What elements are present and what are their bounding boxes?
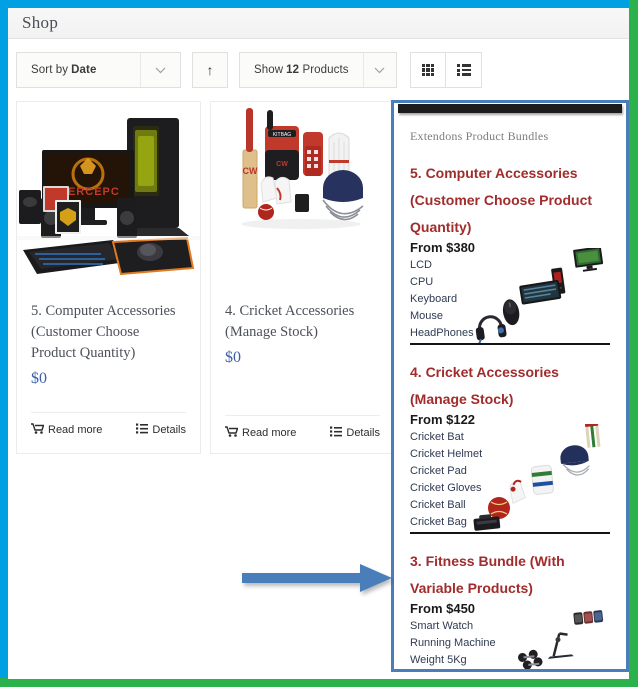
bundle-item: LCD — [410, 259, 433, 271]
show-products-label: Show 12 Products — [240, 53, 363, 87]
bundle-title[interactable]: 4. Cricket Accessories (Manage Stock) — [410, 359, 610, 413]
svg-text:CW: CW — [243, 166, 258, 176]
arrow-up-icon: ↑ — [206, 62, 214, 78]
details-label: Details — [346, 427, 380, 439]
list-view-button[interactable] — [446, 52, 482, 88]
bundle-item: Cricket Ball — [410, 499, 466, 511]
bundle-item: Yoga Carpet — [410, 669, 610, 672]
bundle-item: Cricket Gloves — [410, 482, 482, 494]
bundle-item: Cricket Helmet — [410, 448, 483, 460]
sort-direction-button[interactable]: ↑ — [192, 52, 228, 88]
bundle-item: Keyboard — [410, 293, 458, 305]
svg-text:CW: CW — [276, 161, 288, 168]
panel-top-bar — [398, 104, 622, 113]
bundles-heading: Extendons Product Bundles — [410, 129, 549, 143]
product-card[interactable]: CW KITBAG CW 4. Cricket Accessories (Man… — [210, 101, 395, 454]
product-info: 5. Computer Accessories (Customer Choose… — [17, 289, 200, 388]
bundle-divider — [410, 532, 610, 534]
list-view-icon — [456, 64, 471, 76]
grid-view-icon — [421, 63, 435, 77]
annotation-border-right — [629, 0, 638, 679]
product-info: 4. Cricket Accessories (Manage Stock) $0 — [211, 289, 394, 367]
sort-by-label: Sort by Date — [17, 53, 140, 87]
cart-icon — [225, 426, 239, 440]
product-title[interactable]: 4. Cricket Accessories (Manage Stock) — [225, 301, 380, 343]
grid-view-button[interactable] — [410, 52, 446, 88]
sort-by-select[interactable]: Sort by Date — [16, 52, 181, 88]
product-image-gaming-pc[interactable]: FIERCEPC — [17, 102, 200, 289]
show-prefix: Show — [254, 64, 284, 76]
bundle-divider — [410, 343, 610, 345]
shop-page: Shop Sort by Date ↑ Show 12 Products FIE… — [8, 8, 629, 679]
show-products-select[interactable]: Show 12 Products — [239, 52, 397, 88]
bundle-title[interactable]: 3. Fitness Bundle (With Variable Product… — [410, 548, 610, 602]
list-icon — [136, 423, 149, 437]
shop-toolbar: Sort by Date ↑ Show 12 Products — [8, 39, 629, 101]
sort-by-value: Date — [71, 64, 97, 76]
details-button[interactable]: Details — [136, 423, 186, 437]
right-arrow-annotation — [242, 563, 394, 597]
annotation-border-top — [0, 0, 638, 8]
details-label: Details — [152, 424, 186, 436]
read-more-button[interactable]: Read more — [31, 423, 102, 437]
product-image-cricket-kit[interactable]: CW KITBAG CW — [211, 102, 394, 289]
bundle-item: Weight 5Kg — [410, 654, 467, 666]
chevron-down-icon[interactable] — [140, 53, 180, 87]
bundle-item: CPU — [410, 276, 434, 288]
bundle-from-price: From $450 — [410, 601, 476, 616]
read-more-label: Read more — [242, 427, 297, 439]
bundle-title[interactable]: 5. Computer Accessories (Customer Choose… — [410, 160, 610, 241]
bundle-block: 4. Cricket Accessories (Manage Stock) Fr… — [410, 359, 610, 534]
annotation-border-left — [0, 0, 8, 679]
product-card[interactable]: FIERCEPC 5. Computer Accessories (Custom… — [16, 101, 201, 454]
bundle-block: 3. Fitness Bundle (With Variable Product… — [410, 548, 610, 672]
bundle-item-list: Cricket Bat Cricket Helmet Cricket Pad C… — [410, 429, 610, 531]
product-card-actions: Read more Details — [17, 413, 200, 450]
product-grid: FIERCEPC 5. Computer Accessories (Custom… — [8, 100, 629, 672]
bundle-item-list: Smart Watch Running Machine Weight 5Kg Y… — [410, 618, 610, 672]
chevron-down-icon[interactable] — [362, 53, 396, 87]
bundle-block: 5. Computer Accessories (Customer Choose… — [410, 160, 610, 345]
list-icon — [330, 426, 343, 440]
annotation-border-bottom — [0, 678, 638, 687]
bundle-from-price: From $380 — [410, 240, 476, 255]
read-more-label: Read more — [48, 424, 103, 436]
product-bundles-panel[interactable]: Extendons Product Bundles 5. Computer Ac… — [391, 100, 629, 672]
bundle-item: Running Machine — [410, 637, 496, 649]
product-title[interactable]: 5. Computer Accessories (Customer Choose… — [31, 301, 186, 364]
bundle-item: Smart Watch — [410, 620, 474, 632]
bundle-item: Cricket Bag — [410, 516, 467, 528]
page-header: Shop — [8, 8, 629, 39]
read-more-button[interactable]: Read more — [225, 426, 296, 440]
bundle-item: Cricket Bat — [410, 431, 464, 443]
bundle-item-list: LCD CPU Keyboard Mouse HeadPhones — [410, 257, 610, 342]
view-mode-group — [410, 52, 482, 88]
bundles-list: Extendons Product Bundles 5. Computer Ac… — [394, 113, 626, 672]
product-card-actions: Read more Details — [211, 416, 394, 453]
details-button[interactable]: Details — [330, 426, 380, 440]
screenshot-root: Shop Sort by Date ↑ Show 12 Products FIE… — [0, 0, 638, 687]
product-price: $0 — [225, 349, 241, 366]
cart-icon — [31, 423, 45, 437]
product-price: $0 — [31, 370, 47, 387]
bundle-item: HeadPhones — [410, 327, 474, 339]
show-suffix: Products — [302, 64, 349, 76]
sort-by-prefix: Sort by — [31, 64, 69, 76]
bundle-from-price: From $122 — [410, 412, 476, 427]
show-count: 12 — [286, 64, 300, 76]
page-title: Shop — [22, 13, 59, 32]
bundle-item: Mouse — [410, 310, 444, 322]
svg-text:KITBAG: KITBAG — [273, 132, 291, 138]
bundle-item: Cricket Pad — [410, 465, 467, 477]
